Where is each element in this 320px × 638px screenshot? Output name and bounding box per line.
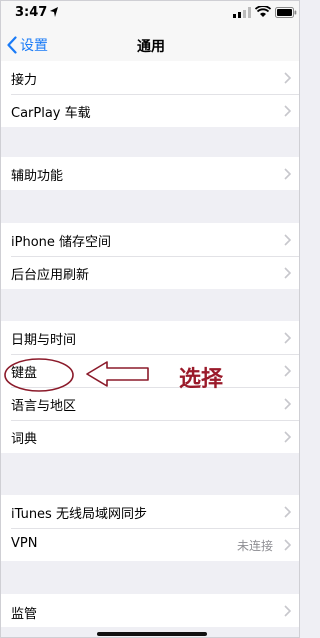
chevron-right-icon	[284, 398, 291, 410]
status-bar: 3:47	[1, 1, 299, 25]
row-label: 语言与地区	[11, 399, 77, 414]
row-label: 接力	[11, 73, 38, 88]
annotation-arrow-icon	[86, 361, 149, 387]
row-label: 监管	[11, 607, 38, 622]
status-time: 3:47	[15, 5, 48, 20]
phone-screen: 3:47 设置 通用 接力 CarPlay 车载 辅助功能 iPhone 储存空…	[0, 0, 300, 638]
settings-group: iPhone 储存空间 后台应用刷新	[1, 223, 299, 289]
settings-group: iTunes 无线局域网同步 VPN 未连接	[1, 495, 299, 561]
battery-icon	[275, 7, 297, 18]
chevron-right-icon	[284, 234, 291, 246]
chevron-right-icon	[284, 539, 291, 551]
navigation-bar: 设置 通用	[1, 25, 299, 65]
home-indicator	[97, 632, 207, 636]
row-supervision[interactable]: 监管	[1, 594, 299, 627]
chevron-right-icon	[284, 168, 291, 180]
chevron-right-icon	[284, 506, 291, 518]
row-carplay[interactable]: CarPlay 车载	[1, 94, 299, 127]
row-label: VPN	[11, 536, 38, 551]
wifi-icon	[255, 6, 271, 17]
settings-group: 接力 CarPlay 车载	[1, 61, 299, 127]
chevron-right-icon	[284, 332, 291, 344]
annotation-text: 选择	[179, 367, 224, 392]
row-label: 辅助功能	[11, 169, 64, 184]
row-label: iPhone 储存空间	[11, 235, 112, 250]
row-iphone-storage[interactable]: iPhone 储存空间	[1, 223, 299, 256]
location-icon	[50, 7, 58, 17]
chevron-right-icon	[284, 605, 291, 617]
row-label: 词典	[11, 432, 38, 447]
row-label: iTunes 无线局域网同步	[11, 507, 147, 522]
chevron-right-icon	[284, 105, 291, 117]
chevron-right-icon	[284, 72, 291, 84]
signal-icon	[233, 7, 251, 18]
chevron-right-icon	[284, 267, 291, 279]
row-background-app-refresh[interactable]: 后台应用刷新	[1, 256, 299, 289]
settings-group: 监管	[1, 594, 299, 627]
row-label: 日期与时间	[11, 333, 77, 348]
row-handoff[interactable]: 接力	[1, 61, 299, 94]
annotation-circle	[4, 358, 74, 392]
row-label: CarPlay 车载	[11, 106, 91, 121]
page-title: 通用	[137, 39, 165, 55]
row-dictionary[interactable]: 词典	[1, 420, 299, 453]
row-itunes-wifi-sync[interactable]: iTunes 无线局域网同步	[1, 495, 299, 528]
row-date-time[interactable]: 日期与时间	[1, 321, 299, 354]
chevron-right-icon	[284, 365, 291, 377]
settings-group: 辅助功能	[1, 157, 299, 190]
chevron-right-icon	[284, 431, 291, 443]
row-label: 后台应用刷新	[11, 268, 90, 283]
vpn-status: 未连接	[236, 539, 273, 553]
row-vpn[interactable]: VPN 未连接	[1, 528, 299, 561]
row-accessibility[interactable]: 辅助功能	[1, 157, 299, 190]
